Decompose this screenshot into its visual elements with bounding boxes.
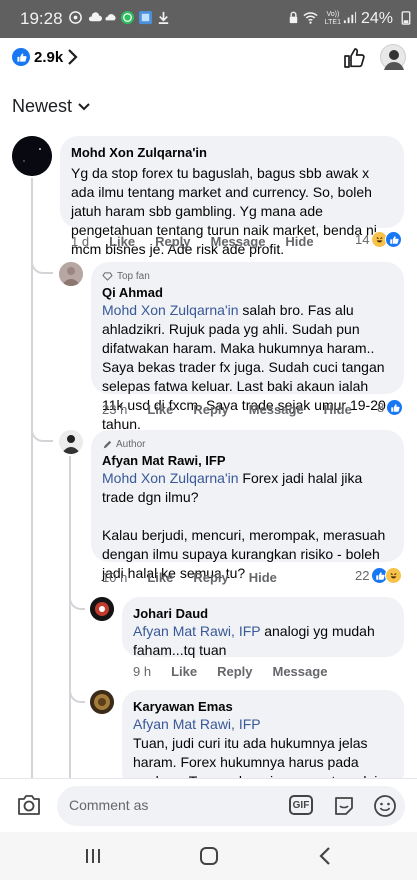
comment-actions: 23 h Like Reply Message Hide bbox=[102, 402, 352, 417]
thread-line bbox=[31, 178, 33, 818]
reaction-count: 14 bbox=[355, 232, 370, 247]
comment-actions: 10 h Like Reply Hide bbox=[102, 570, 277, 585]
sticker-icon[interactable] bbox=[332, 794, 356, 818]
comment-time: 10 h bbox=[102, 570, 128, 585]
comment-author[interactable]: Karyawan Emas bbox=[133, 698, 393, 715]
chevron-right-icon[interactable] bbox=[66, 48, 78, 66]
like-post-button[interactable] bbox=[342, 46, 366, 70]
reply-button[interactable]: Reply bbox=[193, 402, 228, 417]
weather-icon bbox=[105, 14, 116, 21]
comment-bubble: Top fan Qi Ahmad Mohd Xon Zulqarna'in sa… bbox=[91, 262, 404, 432]
sim-icon bbox=[69, 11, 82, 24]
comments-sheet: 2.9k Newest Mohd Xon Zulqarna'in Yg da s… bbox=[0, 38, 417, 832]
like-button[interactable]: Like bbox=[147, 570, 173, 585]
comment-time: 9 h bbox=[133, 664, 152, 679]
mention-link[interactable]: Mohd Xon Zulqarna'in bbox=[102, 302, 239, 318]
status-time: 19:28 bbox=[20, 9, 63, 28]
message-button[interactable]: Message bbox=[249, 402, 304, 417]
comment-composer: Comment as GIF bbox=[0, 778, 417, 832]
avatar[interactable] bbox=[90, 597, 114, 621]
message-button[interactable]: Message bbox=[273, 664, 328, 679]
hide-button[interactable]: Hide bbox=[324, 402, 352, 417]
comment-bubble: Author Afyan Mat Rawi, IFP Mohd Xon Zulq… bbox=[91, 430, 404, 581]
avatar[interactable] bbox=[59, 430, 83, 454]
thread-line bbox=[69, 456, 71, 826]
camera-icon[interactable] bbox=[16, 793, 42, 817]
avatar[interactable] bbox=[59, 262, 83, 286]
battery-percent: 24% bbox=[360, 10, 393, 27]
author-badge: Author bbox=[102, 438, 393, 451]
comment-actions: 1 d Like Reply Message Hide bbox=[71, 234, 314, 249]
comment-text: Afyan Mat Rawi, IFP analogi yg mudah fah… bbox=[133, 623, 375, 658]
diamond-icon bbox=[102, 272, 113, 281]
comment-bubble: Karyawan Emas Afyan Mat Rawi, IFP Tuan, … bbox=[122, 690, 404, 808]
chevron-down-icon bbox=[78, 102, 90, 110]
home-icon[interactable] bbox=[199, 846, 219, 866]
reaction-count: 2.9k bbox=[34, 49, 64, 66]
comment-author[interactable]: Mohd Xon Zulqarna'in bbox=[71, 144, 393, 161]
mention-link[interactable]: Mohd Xon Zulqarna'in bbox=[102, 470, 239, 486]
comment-text: Mohd Xon Zulqarna'in Forex jadi halal ji… bbox=[102, 470, 363, 505]
top-fan-badge: Top fan bbox=[102, 270, 393, 283]
sort-dropdown[interactable]: Newest bbox=[12, 96, 90, 117]
lock-icon bbox=[289, 11, 298, 24]
cloud-icon bbox=[88, 12, 103, 22]
reaction-summary-bar[interactable]: 2.9k bbox=[0, 38, 417, 78]
emoji-icon[interactable] bbox=[373, 794, 397, 818]
download-icon bbox=[158, 11, 169, 24]
reply-button[interactable]: Reply bbox=[193, 570, 228, 585]
back-icon[interactable] bbox=[318, 846, 332, 866]
avatar[interactable] bbox=[12, 136, 52, 176]
status-bar: 19:28 Vo)) LTE1 24% bbox=[0, 0, 417, 38]
thread-connector bbox=[69, 683, 85, 703]
comment-reactions[interactable]: 22 bbox=[355, 567, 403, 584]
signal-icon bbox=[343, 11, 357, 24]
mention-link[interactable]: Afyan Mat Rawi, IFP bbox=[133, 623, 260, 639]
comment-placeholder: Comment as bbox=[69, 797, 149, 813]
like-reaction-icon bbox=[385, 231, 403, 248]
pencil-icon bbox=[103, 440, 112, 448]
like-button[interactable]: Like bbox=[171, 664, 197, 679]
reply-button[interactable]: Reply bbox=[217, 664, 252, 679]
comment-author[interactable]: Afyan Mat Rawi, IFP bbox=[102, 452, 393, 469]
hide-button[interactable]: Hide bbox=[285, 234, 313, 249]
whatsapp-icon bbox=[120, 10, 135, 25]
comment-actions: 9 h Like Reply Message bbox=[133, 664, 327, 679]
comment-text: Afyan Mat Rawi, IFP bbox=[133, 715, 393, 734]
app-icon bbox=[138, 10, 153, 25]
viewer-avatar[interactable] bbox=[380, 44, 406, 70]
reaction-count: 22 bbox=[355, 568, 370, 583]
like-button[interactable]: Like bbox=[109, 234, 135, 249]
thread-connector bbox=[31, 424, 53, 442]
avatar[interactable] bbox=[90, 690, 114, 714]
like-button[interactable]: Like bbox=[147, 402, 173, 417]
comment-time: 1 d bbox=[71, 234, 90, 249]
comment-bubble: Mohd Xon Zulqarna'in Yg da stop forex tu… bbox=[60, 136, 404, 257]
comment-author[interactable]: Johari Daud bbox=[133, 605, 393, 622]
system-nav-bar bbox=[0, 832, 417, 880]
comment-time: 23 h bbox=[102, 402, 128, 417]
reply-button[interactable]: Reply bbox=[155, 234, 190, 249]
sort-label: Newest bbox=[12, 96, 73, 116]
like-reaction-icon bbox=[386, 399, 404, 416]
hide-button[interactable]: Hide bbox=[249, 570, 277, 585]
reaction-count: 8 bbox=[377, 400, 385, 415]
mention-link[interactable]: Afyan Mat Rawi, IFP bbox=[133, 716, 261, 732]
volte-label: Vo)) LTE1 bbox=[324, 11, 341, 26]
gif-button[interactable]: GIF bbox=[289, 795, 313, 815]
thread-connector bbox=[69, 592, 85, 610]
comment-reactions[interactable]: 8 bbox=[377, 399, 404, 416]
recent-apps-icon[interactable] bbox=[84, 846, 102, 866]
haha-reaction-icon bbox=[385, 567, 403, 584]
comment-bubble: Johari Daud Afyan Mat Rawi, IFP analogi … bbox=[122, 597, 404, 658]
message-button[interactable]: Message bbox=[211, 234, 266, 249]
comment-author[interactable]: Qi Ahmad bbox=[102, 284, 393, 301]
comment-input[interactable]: Comment as GIF bbox=[57, 786, 405, 826]
comment-reactions[interactable]: 14 bbox=[355, 231, 403, 248]
battery-icon bbox=[401, 11, 411, 25]
like-reaction-icon bbox=[12, 48, 30, 66]
thread-connector bbox=[31, 256, 53, 274]
wifi-icon bbox=[303, 12, 318, 24]
